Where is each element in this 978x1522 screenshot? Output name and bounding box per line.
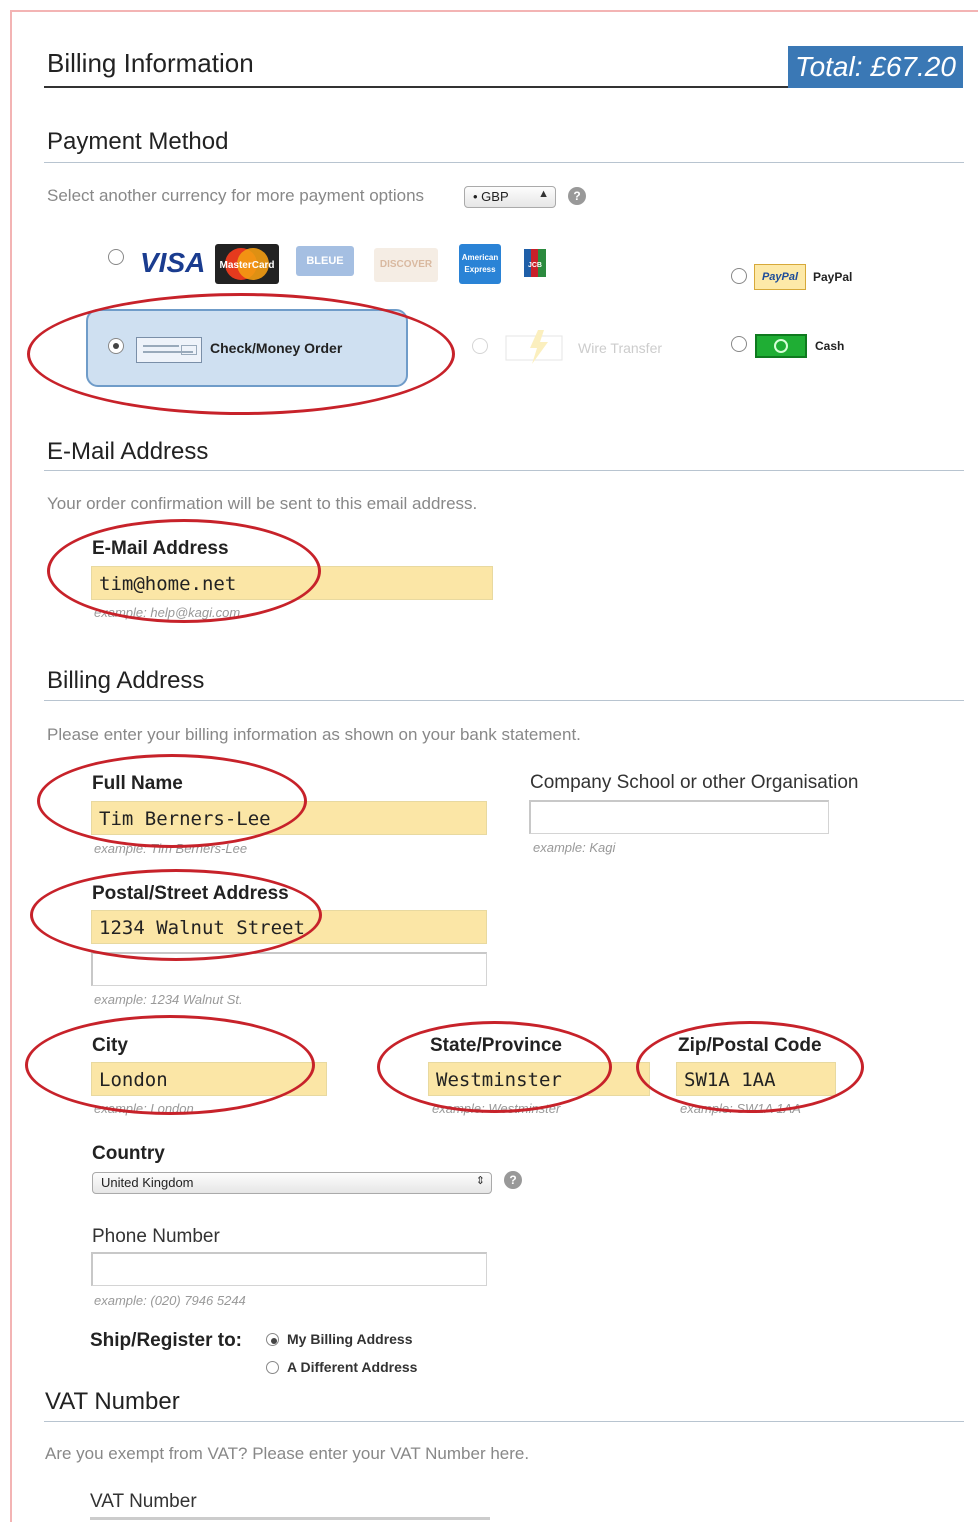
state-label: State/Province [430,1035,562,1056]
company-example: example: Kagi [533,840,616,855]
email-hint: Your order confirmation will be sent to … [47,494,478,513]
city-example: example: London [94,1101,194,1116]
payment-method-heading: Payment Method [47,128,229,155]
mastercard-logo: MasterCard [215,244,279,284]
phone-input[interactable] [91,1252,487,1286]
street-line2-input[interactable] [91,952,487,986]
ship-to-label: Ship/Register to: [90,1330,243,1351]
cash-radio[interactable] [731,336,747,352]
wire-transfer-radio[interactable] [472,338,488,354]
phone-label: Phone Number [92,1226,220,1247]
carte-bleue-logo: BLEUE [296,246,354,276]
street-example: example: 1234 Walnut St. [94,992,243,1007]
total-badge: Total: £67.20 [788,46,963,88]
paypal-logo: PayPal [754,264,806,290]
amex-logo: American Express [459,244,501,284]
state-example: example: Westminster [432,1101,561,1116]
vat-label: VAT Number [90,1491,197,1512]
mastercard-logo-text: MasterCard [219,260,274,271]
card-payment-radio[interactable] [108,249,124,265]
help-icon[interactable]: ? [568,187,586,205]
ship-different-address-label: A Different Address [287,1359,418,1375]
ship-billing-address-label: My Billing Address [287,1331,413,1347]
check-money-order-radio[interactable] [108,338,124,354]
billing-address-heading: Billing Address [47,667,205,694]
jcb-logo-text: JCB [528,262,542,269]
phone-example: example: (020) 7946 5244 [94,1293,246,1308]
check-money-order-label: Check/Money Order [210,340,343,356]
email-example: example: help@kagi.com [94,605,241,620]
billing-hint: Please enter your billing information as… [47,725,581,744]
section-divider [44,700,964,701]
paypal-label: PayPal [813,270,853,284]
cash-label: Cash [815,339,845,353]
ship-different-address-radio[interactable] [266,1361,279,1374]
chevron-updown-icon: ⇕ [475,1175,485,1187]
section-divider [44,1421,964,1422]
wire-transfer-icon [504,330,568,364]
city-label: City [92,1035,128,1056]
jcb-logo: JCB [524,249,546,277]
section-divider [44,470,964,471]
check-icon [136,337,202,363]
currency-hint: Select another currency for more payment… [47,186,425,205]
country-select-value: United Kingdom [101,1175,194,1190]
title-underline [44,86,790,88]
full-name-label: Full Name [92,773,183,794]
full-name-input[interactable]: Tim Berners-Lee [91,801,487,835]
full-name-example: example: Tim Berners-Lee [94,841,248,856]
state-input[interactable]: Westminster [428,1062,650,1096]
help-icon[interactable]: ? [504,1171,522,1189]
page-title: Billing Information [47,48,254,78]
zip-label: Zip/Postal Code [678,1035,822,1056]
vat-heading: VAT Number [45,1388,180,1415]
zip-example: example: SW1A 1AA [680,1101,801,1116]
discover-logo: DISCOVER [374,248,438,282]
email-label: E-Mail Address [92,538,229,559]
street-label: Postal/Street Address [92,883,289,904]
check-money-order-option[interactable]: Check/Money Order [86,309,408,387]
email-input[interactable]: tim@home.net [91,566,493,600]
wire-transfer-label: Wire Transfer [578,340,663,356]
vat-hint: Are you exempt from VAT? Please enter yo… [45,1444,530,1463]
street-input[interactable]: 1234 Walnut Street [91,910,487,944]
country-select[interactable]: United Kingdom ⇕ [92,1172,492,1194]
paypal-radio[interactable] [731,268,747,284]
city-input[interactable]: London [91,1062,327,1096]
country-label: Country [92,1143,165,1164]
visa-logo: VISA [140,247,206,278]
currency-select[interactable]: • GBP ▲ [464,186,556,208]
section-divider [44,162,964,163]
chevron-updown-icon: ▲ [538,188,549,200]
zip-input[interactable]: SW1A 1AA [676,1062,836,1096]
ship-billing-address-radio[interactable] [266,1333,279,1346]
cash-icon [755,334,807,358]
company-input[interactable] [529,800,829,834]
currency-select-value: • GBP [473,189,509,204]
company-label: Company School or other Organisation [530,772,859,793]
email-heading: E-Mail Address [47,438,209,465]
